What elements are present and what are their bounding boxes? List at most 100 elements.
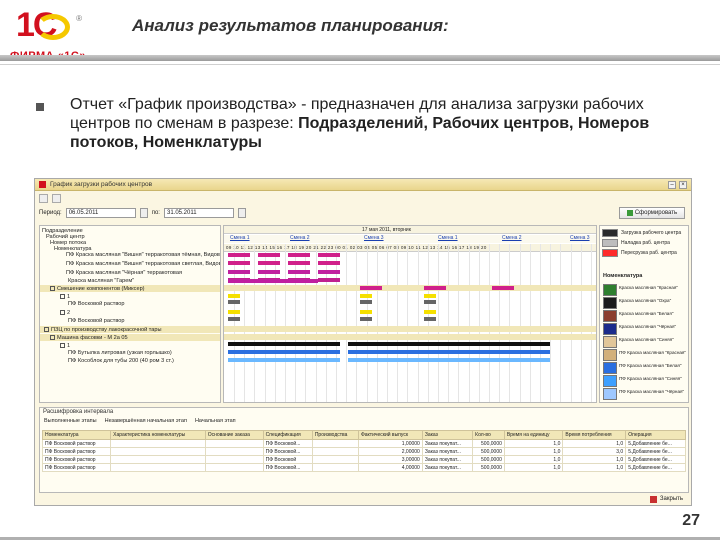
column-header[interactable]: Характеристика номенклатуры <box>110 430 206 440</box>
column-header[interactable]: Производства <box>311 430 359 440</box>
gantt-bar[interactable] <box>424 286 446 290</box>
gantt-bar[interactable] <box>258 253 280 257</box>
gantt-bar[interactable] <box>228 294 240 298</box>
gantt-bar[interactable] <box>288 270 310 274</box>
expand-toggle-icon[interactable] <box>60 343 65 348</box>
column-header[interactable]: Операция <box>625 430 686 440</box>
expand-toggle-icon[interactable] <box>50 286 55 291</box>
close-button[interactable]: Закрыть <box>660 496 683 502</box>
gantt-bar[interactable] <box>318 270 340 274</box>
gantt-bar[interactable] <box>360 294 372 298</box>
column-header[interactable]: Фактический выпуск <box>357 430 423 440</box>
column-header[interactable]: Основание заказа <box>204 430 264 440</box>
tree-row[interactable]: 2 <box>60 310 70 316</box>
gantt-bar[interactable] <box>288 253 310 257</box>
calendar-icon[interactable] <box>139 208 148 218</box>
close-icon[interactable] <box>649 495 657 503</box>
gantt-bar[interactable] <box>258 270 280 274</box>
gantt-bar[interactable] <box>228 310 240 314</box>
expand-toggle-icon[interactable] <box>60 310 65 315</box>
gantt-bar[interactable] <box>318 278 340 282</box>
expand-toggle-icon[interactable] <box>60 294 65 299</box>
column-header[interactable]: Заказ <box>421 430 474 440</box>
gantt-bar[interactable] <box>228 270 250 274</box>
grouping-tree[interactable]: Подразделение Рабочий центр Номер потока Но… <box>39 225 221 403</box>
tree-row[interactable]: ПФ Бутылка литровая (узкая горлышко) <box>68 350 172 356</box>
tree-row[interactable]: ПФ Восковой раствор <box>68 301 125 307</box>
settings-icon[interactable] <box>39 193 48 203</box>
table-row[interactable]: ПФ Восковой раствор ПФ Восковой... 1,00000… <box>41 439 686 448</box>
column-header[interactable]: Время потребления <box>562 430 627 440</box>
column-header[interactable]: Кол-во <box>472 430 505 440</box>
tree-row[interactable]: ПФ Краска масляная "Вишня" терракотовая … <box>66 261 220 267</box>
shift-label[interactable]: Смена 3 <box>570 235 590 241</box>
shift-label[interactable]: Смена 2 <box>290 235 310 241</box>
generate-button[interactable]: Сформировать <box>619 207 685 219</box>
gantt-bar[interactable] <box>438 350 550 354</box>
gantt-bar[interactable] <box>360 300 372 304</box>
close-icon[interactable]: × <box>679 180 687 189</box>
gantt-bar[interactable] <box>258 261 280 265</box>
table-row[interactable]: ПФ Восковой раствор ПФ Восковой... 4,00000… <box>41 463 686 472</box>
tree-row[interactable]: ПФ Кособлок для тубы 200 (40 ром 3 ст.) <box>68 358 174 364</box>
table-cell: Заказ покупат... <box>421 463 474 472</box>
tree-row[interactable]: ПЗЦ по производству лакокрасочной тары <box>44 327 162 333</box>
calendar-icon[interactable] <box>237 208 246 218</box>
shift-label[interactable]: Смена 1 <box>438 235 458 241</box>
gantt-bar[interactable] <box>318 253 340 257</box>
toolbar <box>35 191 691 205</box>
expand-toggle-icon[interactable] <box>50 335 55 340</box>
shift-label[interactable]: Смена 3 <box>364 235 384 241</box>
tree-row-label: ПФ Краска масляная "Чёрная" терракотовая <box>66 270 182 276</box>
tree-row[interactable]: 1 <box>60 294 70 300</box>
table-row[interactable]: ПФ Восковой раствор ПФ Восковой 3,00000 Зак… <box>41 455 686 464</box>
gantt-bar[interactable] <box>438 358 550 362</box>
minimize-icon[interactable]: – <box>668 180 676 189</box>
gantt-bar[interactable] <box>288 261 310 265</box>
shift-label[interactable]: Смена 1 <box>230 235 250 241</box>
tree-row[interactable]: ПФ Восковой раствор <box>68 318 125 324</box>
gantt-bar[interactable] <box>424 310 436 314</box>
gantt-bar[interactable] <box>228 261 250 265</box>
tree-row[interactable]: ПФ Краска масляная "Вишня" терракотовая … <box>66 252 220 258</box>
column-header[interactable]: Номенклатура <box>41 430 112 440</box>
date-from-field[interactable]: 06.05.2011 <box>65 208 136 218</box>
gantt-bar[interactable] <box>228 253 250 257</box>
gantt-chart[interactable]: 17 мая 2011, вторник 09 10 11 12 13 14 1… <box>223 225 597 403</box>
column-header[interactable]: Спецификация <box>262 430 313 440</box>
gantt-bar[interactable] <box>424 294 436 298</box>
gantt-bar[interactable] <box>228 317 240 321</box>
gantt-bar[interactable] <box>360 286 382 290</box>
legend-swatch <box>602 229 618 237</box>
column-header[interactable]: Время на единицу <box>503 430 564 440</box>
print-icon[interactable] <box>52 193 61 203</box>
table-row[interactable]: ПФ Восковой раствор ПФ Восковой... 2,00000… <box>41 447 686 456</box>
tree-row[interactable]: Машина фасовки - М 2а 05 <box>50 335 128 341</box>
gantt-bar[interactable] <box>228 300 240 304</box>
tree-row-label: ПЗЦ по производству лакокрасочной тары <box>51 327 162 333</box>
date-to-field[interactable]: 31.05.2011 <box>163 208 234 218</box>
tree-row[interactable]: Смешение компонентов (Миксер) <box>50 286 145 292</box>
gantt-bar[interactable] <box>228 279 318 283</box>
gantt-bar[interactable] <box>228 358 340 362</box>
gantt-bar[interactable] <box>318 261 340 265</box>
tree-row-label: ПФ Восковой раствор <box>68 318 125 324</box>
gantt-bar[interactable] <box>424 300 436 304</box>
gantt-grid-line <box>499 244 500 402</box>
filter-unfinished[interactable]: Незавершённая начальная этап <box>105 418 187 424</box>
tree-row[interactable]: Краска масляная "Гарем" <box>68 278 134 284</box>
gantt-bar[interactable] <box>228 350 340 354</box>
filter-done[interactable]: Выполненные этапы <box>44 418 97 424</box>
shift-label[interactable]: Смена 2 <box>502 235 522 241</box>
filter-initial[interactable]: Начальная этап <box>195 418 236 424</box>
expand-toggle-icon[interactable] <box>44 327 49 332</box>
gantt-bar[interactable] <box>360 317 372 321</box>
gantt-bar[interactable] <box>360 310 372 314</box>
gantt-bar[interactable] <box>492 286 514 290</box>
tree-row[interactable]: ПФ Краска масляная "Чёрная" терракотовая <box>66 270 182 276</box>
gantt-bar[interactable] <box>438 342 550 346</box>
tree-row-label: Машина фасовки - М 2а 05 <box>57 335 128 341</box>
gantt-bar[interactable] <box>228 342 340 346</box>
tree-row[interactable]: 1 <box>60 343 70 349</box>
gantt-bar[interactable] <box>424 317 436 321</box>
